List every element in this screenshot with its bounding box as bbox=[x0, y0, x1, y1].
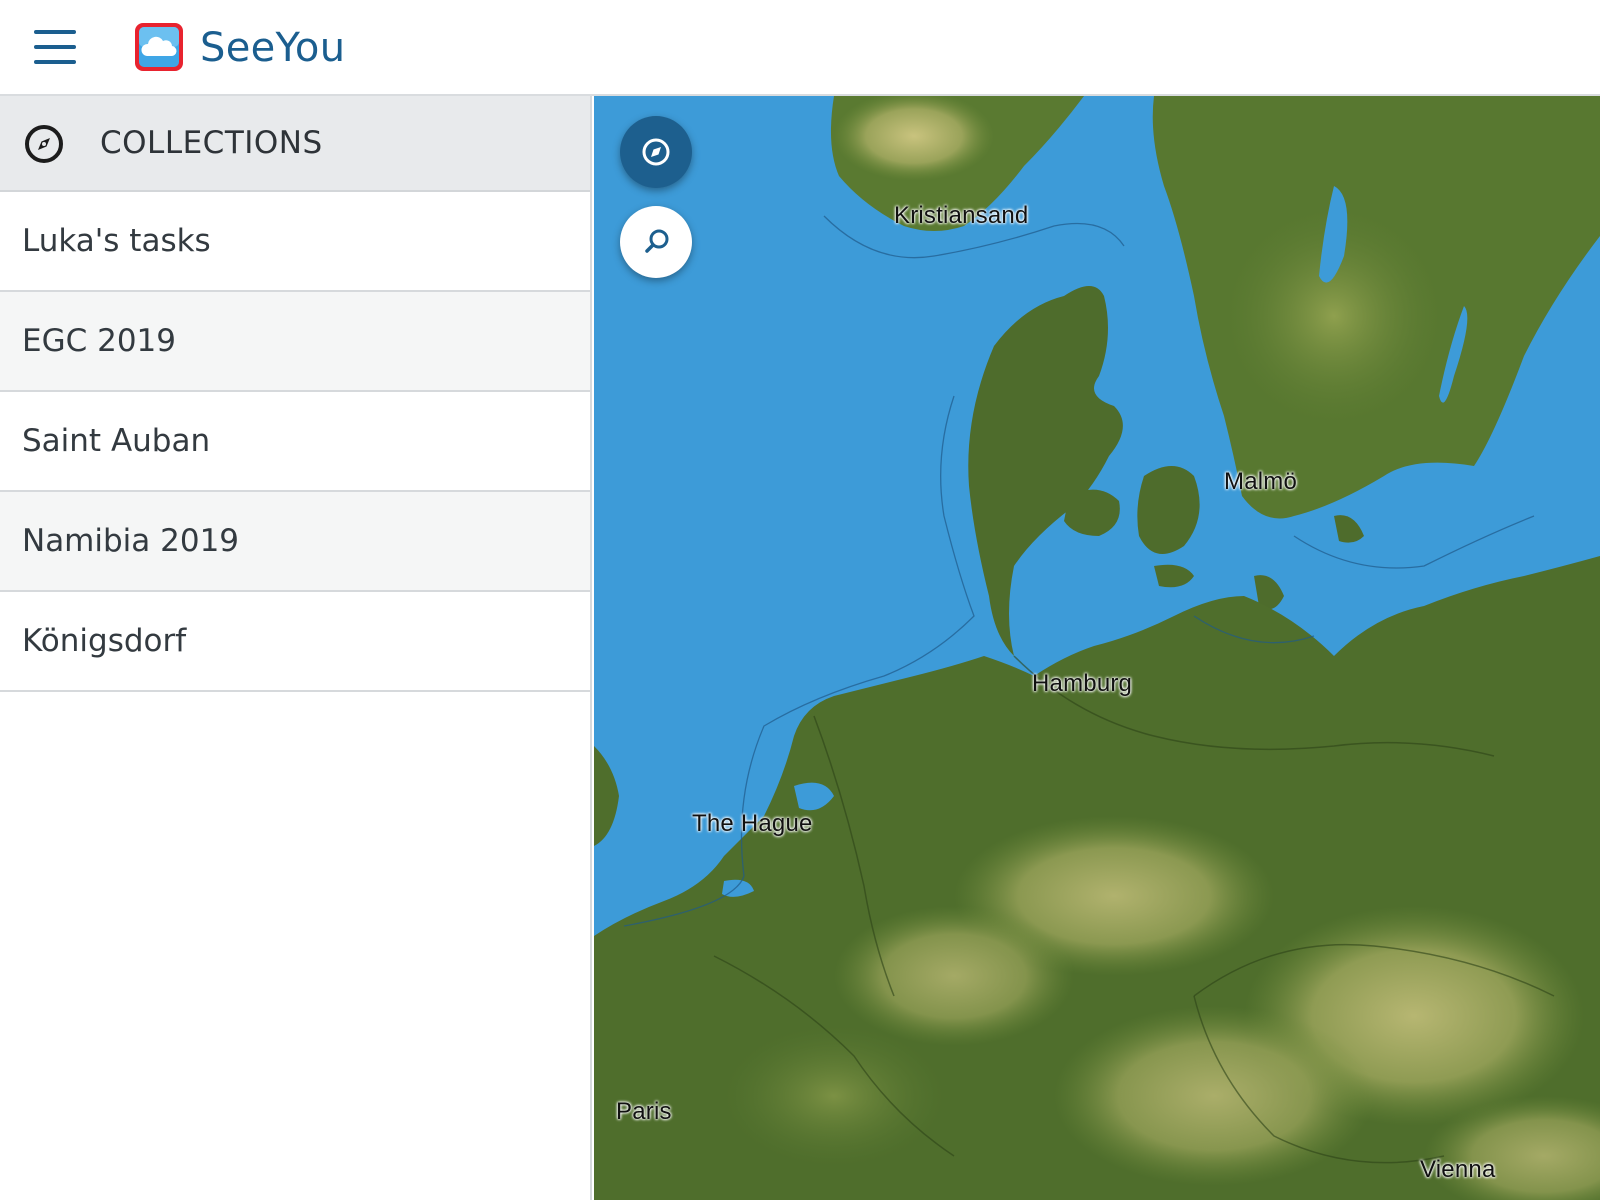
collection-item-namibia-2019[interactable]: Namibia 2019 bbox=[0, 492, 590, 592]
seeyou-logo-icon bbox=[134, 22, 184, 72]
city-label-malmo: Malmö bbox=[1224, 468, 1298, 495]
collections-title: COLLECTIONS bbox=[100, 125, 323, 161]
map-view[interactable]: Kristiansand Malmö Hamburg The Hague Par… bbox=[594, 96, 1600, 1200]
terrain-map bbox=[594, 96, 1600, 1200]
app-brand-name: SeeYou bbox=[200, 25, 346, 71]
city-label-vienna: Vienna bbox=[1420, 1156, 1496, 1183]
city-label-kristiansand: Kristiansand bbox=[894, 202, 1029, 229]
compass-button[interactable] bbox=[620, 116, 692, 188]
collection-item-egc-2019[interactable]: EGC 2019 bbox=[0, 292, 590, 392]
collection-item-lukas-tasks[interactable]: Luka's tasks bbox=[0, 192, 590, 292]
compass-icon bbox=[642, 138, 670, 166]
app-header: SeeYou bbox=[0, 0, 1600, 96]
collection-item-saint-auban[interactable]: Saint Auban bbox=[0, 392, 590, 492]
search-button[interactable] bbox=[620, 206, 692, 278]
search-icon bbox=[645, 229, 669, 253]
compass-icon bbox=[24, 124, 64, 164]
collections-sidebar: COLLECTIONS Luka's tasks EGC 2019 Saint … bbox=[0, 96, 592, 1200]
city-label-the-hague: The Hague bbox=[692, 810, 813, 837]
city-label-hamburg: Hamburg bbox=[1032, 670, 1133, 697]
city-label-paris: Paris bbox=[616, 1098, 672, 1125]
collections-header: COLLECTIONS bbox=[0, 96, 590, 192]
collection-item-konigsdorf[interactable]: Königsdorf bbox=[0, 592, 590, 692]
hamburger-menu-icon[interactable] bbox=[34, 30, 76, 64]
